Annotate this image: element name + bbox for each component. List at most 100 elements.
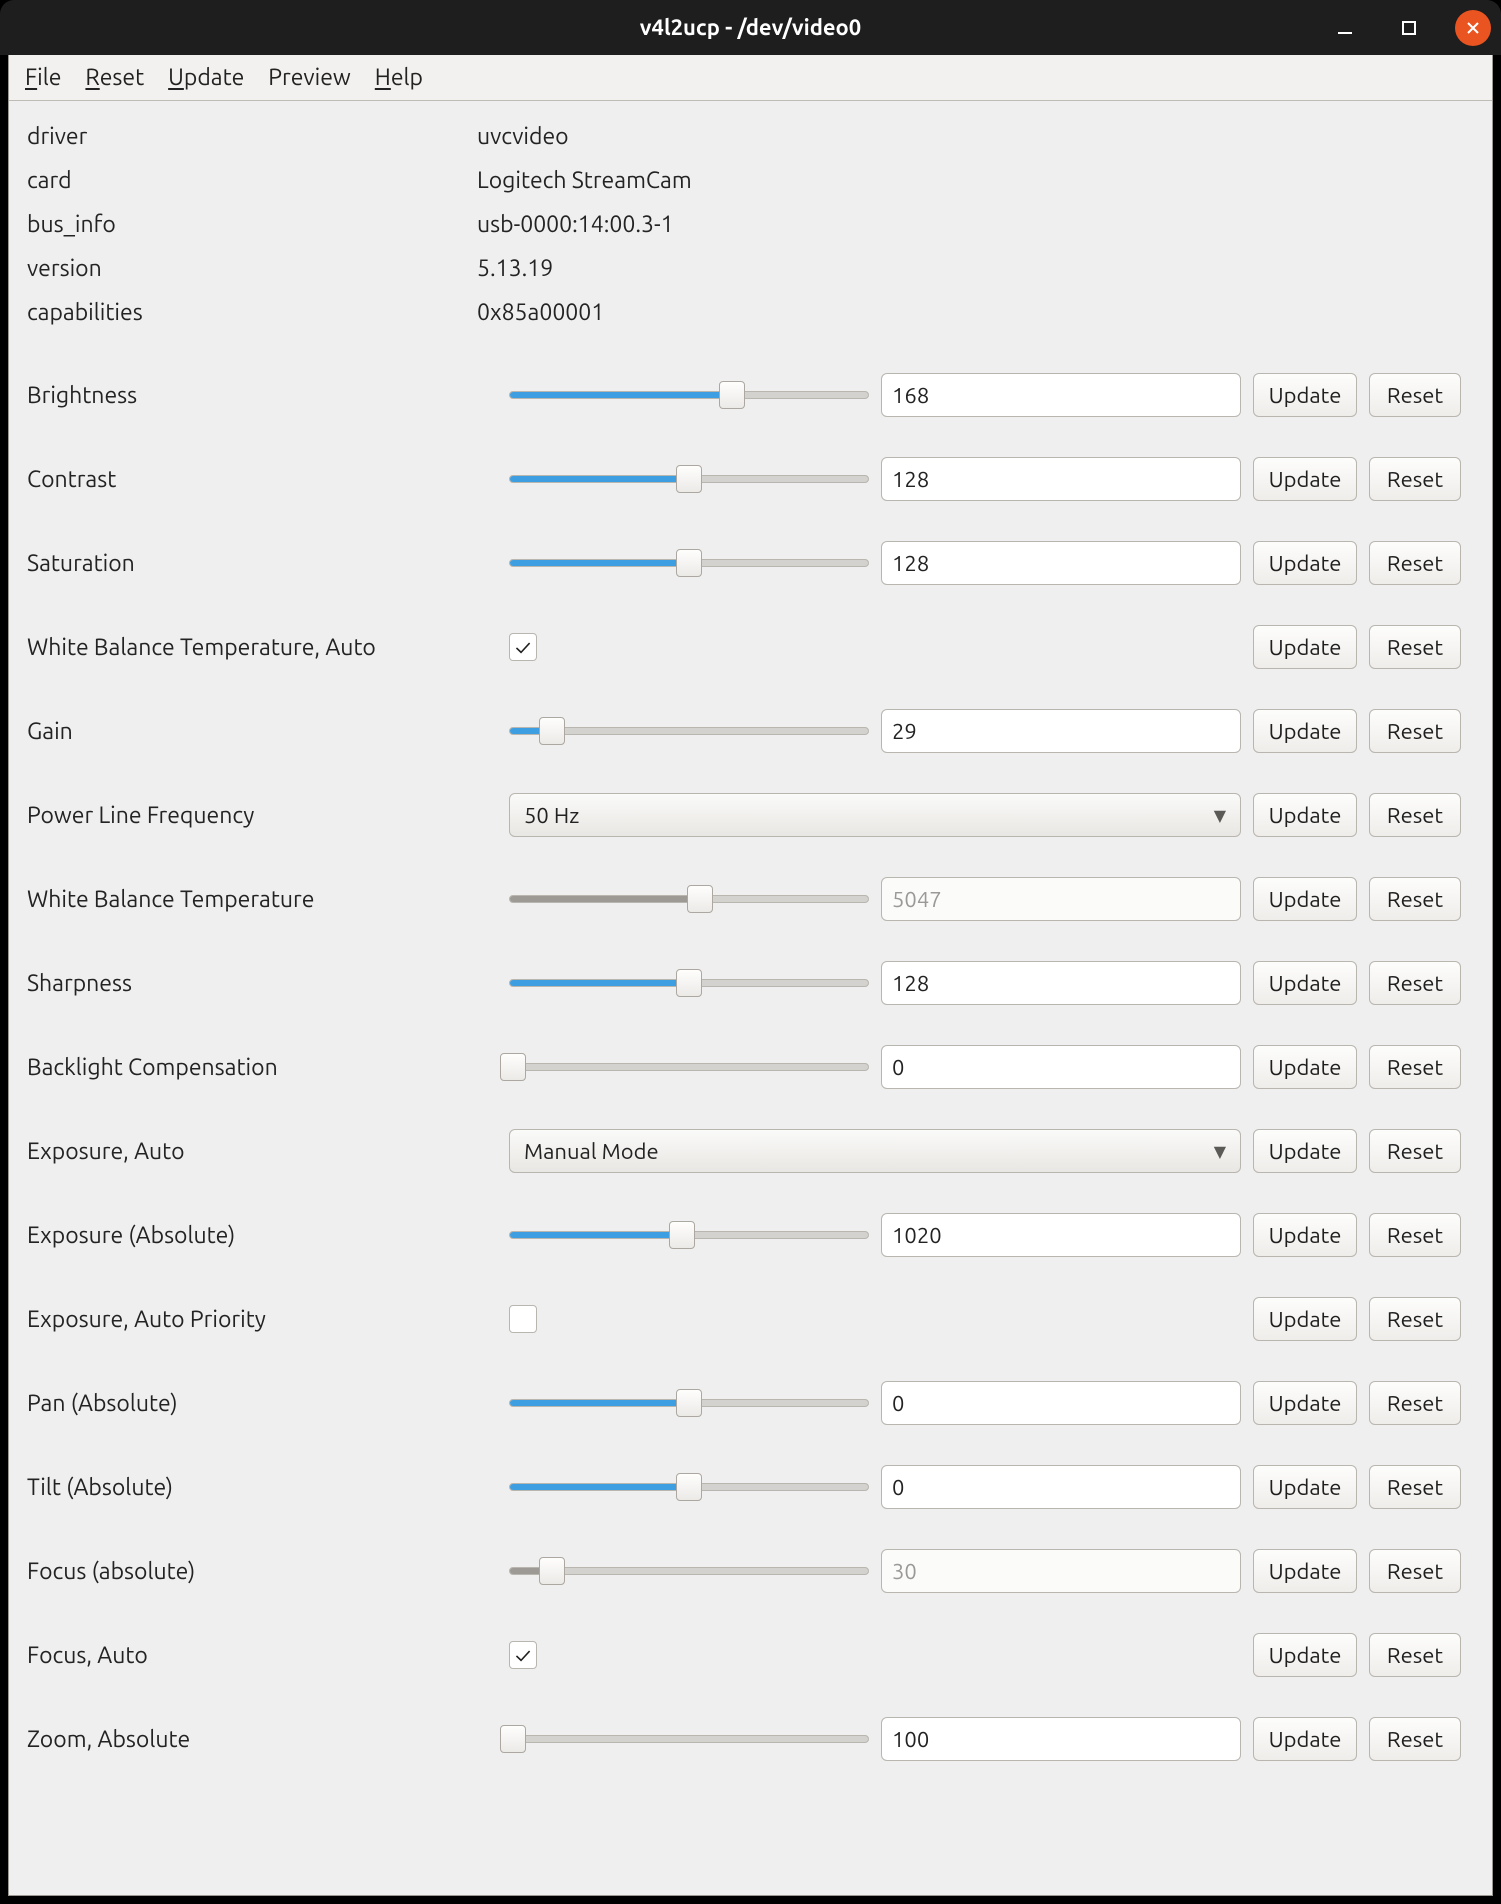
menu-preview[interactable]: Preview	[268, 65, 351, 90]
sharpness-update-button[interactable]: Update	[1253, 961, 1357, 1005]
menu-file[interactable]: File	[25, 65, 61, 90]
tilt-slider[interactable]	[509, 1465, 869, 1509]
sharpness-reset-button[interactable]: Reset	[1369, 961, 1461, 1005]
exposure-abs-input[interactable]: 1020	[881, 1213, 1241, 1257]
tilt-update-button[interactable]: Update	[1253, 1465, 1357, 1509]
device-info: driveruvcvideo cardLogitech StreamCam bu…	[27, 115, 1474, 335]
brightness-input[interactable]: 168	[881, 373, 1241, 417]
maximize-icon	[1399, 18, 1419, 38]
brightness-reset-button[interactable]: Reset	[1369, 373, 1461, 417]
backlight-update-button[interactable]: Update	[1253, 1045, 1357, 1089]
wb-temp-input: 5047	[881, 877, 1241, 921]
focus-abs-update-button[interactable]: Update	[1253, 1549, 1357, 1593]
exposure-auto-select[interactable]: Manual Mode ▼	[509, 1129, 1241, 1173]
tilt-input[interactable]: 0	[881, 1465, 1241, 1509]
focus-auto-checkbox[interactable]: ✓	[509, 1641, 537, 1669]
gain-input[interactable]: 29	[881, 709, 1241, 753]
saturation-update-button[interactable]: Update	[1253, 541, 1357, 585]
info-bus-value: usb-0000:14:00.3-1	[477, 203, 1474, 247]
row-exposure-auto: Exposure, Auto Manual Mode ▼ Update Rese…	[27, 1109, 1474, 1193]
exposure-auto-update-button[interactable]: Update	[1253, 1129, 1357, 1173]
info-card-value: Logitech StreamCam	[477, 159, 1474, 203]
zoom-label: Zoom, Absolute	[27, 1727, 497, 1752]
wb-auto-reset-button[interactable]: Reset	[1369, 625, 1461, 669]
exposure-abs-label: Exposure (Absolute)	[27, 1223, 497, 1248]
power-line-update-button[interactable]: Update	[1253, 793, 1357, 837]
row-contrast: Contrast 128 Update Reset	[27, 437, 1474, 521]
saturation-input[interactable]: 128	[881, 541, 1241, 585]
exposure-abs-slider[interactable]	[509, 1213, 869, 1257]
dropdown-icon: ▼	[1214, 1142, 1226, 1161]
focus-abs-slider	[509, 1549, 869, 1593]
pan-input[interactable]: 0	[881, 1381, 1241, 1425]
minimize-button[interactable]	[1327, 10, 1363, 46]
contrast-input[interactable]: 128	[881, 457, 1241, 501]
menu-file-rest: ile	[37, 65, 61, 90]
saturation-slider[interactable]	[509, 541, 869, 585]
window-title: v4l2ucp - /dev/video0	[0, 15, 1501, 40]
row-exposure-priority: Exposure, Auto Priority Update Reset	[27, 1277, 1474, 1361]
focus-auto-label: Focus, Auto	[27, 1643, 497, 1668]
pan-update-button[interactable]: Update	[1253, 1381, 1357, 1425]
info-bus-label: bus_info	[27, 203, 477, 247]
pan-slider[interactable]	[509, 1381, 869, 1425]
menu-update-rest: pdate	[184, 65, 244, 90]
exposure-abs-reset-button[interactable]: Reset	[1369, 1213, 1461, 1257]
sharpness-label: Sharpness	[27, 971, 497, 996]
wb-auto-checkbox[interactable]: ✓	[509, 633, 537, 661]
focus-abs-reset-button[interactable]: Reset	[1369, 1549, 1461, 1593]
exposure-auto-reset-button[interactable]: Reset	[1369, 1129, 1461, 1173]
menu-help-rest: elp	[391, 65, 423, 90]
sharpness-slider[interactable]	[509, 961, 869, 1005]
gain-label: Gain	[27, 719, 497, 744]
power-line-selected: 50 Hz	[524, 803, 579, 828]
info-capabilities-value: 0x85a00001	[477, 291, 1474, 335]
exposure-priority-reset-button[interactable]: Reset	[1369, 1297, 1461, 1341]
menu-reset-rest: eset	[100, 65, 144, 90]
menu-reset[interactable]: Reset	[85, 65, 144, 90]
tilt-reset-button[interactable]: Reset	[1369, 1465, 1461, 1509]
focus-abs-input: 30	[881, 1549, 1241, 1593]
contrast-update-button[interactable]: Update	[1253, 457, 1357, 501]
row-power-line: Power Line Frequency 50 Hz ▼ Update Rese…	[27, 773, 1474, 857]
backlight-slider[interactable]	[509, 1045, 869, 1089]
pan-label: Pan (Absolute)	[27, 1391, 497, 1416]
power-line-label: Power Line Frequency	[27, 803, 497, 828]
backlight-reset-button[interactable]: Reset	[1369, 1045, 1461, 1089]
close-button[interactable]	[1455, 10, 1491, 46]
wb-temp-reset-button[interactable]: Reset	[1369, 877, 1461, 921]
saturation-reset-button[interactable]: Reset	[1369, 541, 1461, 585]
zoom-reset-button[interactable]: Reset	[1369, 1717, 1461, 1761]
focus-auto-reset-button[interactable]: Reset	[1369, 1633, 1461, 1677]
wb-temp-update-button[interactable]: Update	[1253, 877, 1357, 921]
exposure-auto-label: Exposure, Auto	[27, 1139, 497, 1164]
gain-slider[interactable]	[509, 709, 869, 753]
exposure-priority-checkbox[interactable]	[509, 1305, 537, 1333]
row-wb-auto: White Balance Temperature, Auto ✓ Update…	[27, 605, 1474, 689]
zoom-input[interactable]: 100	[881, 1717, 1241, 1761]
brightness-update-button[interactable]: Update	[1253, 373, 1357, 417]
exposure-priority-update-button[interactable]: Update	[1253, 1297, 1357, 1341]
power-line-select[interactable]: 50 Hz ▼	[509, 793, 1241, 837]
wb-auto-update-button[interactable]: Update	[1253, 625, 1357, 669]
exposure-abs-update-button[interactable]: Update	[1253, 1213, 1357, 1257]
menu-help[interactable]: Help	[375, 65, 423, 90]
pan-reset-button[interactable]: Reset	[1369, 1381, 1461, 1425]
menu-update[interactable]: Update	[168, 65, 244, 90]
close-icon	[1463, 18, 1483, 38]
brightness-slider[interactable]	[509, 373, 869, 417]
gain-reset-button[interactable]: Reset	[1369, 709, 1461, 753]
zoom-update-button[interactable]: Update	[1253, 1717, 1357, 1761]
focus-auto-update-button[interactable]: Update	[1253, 1633, 1357, 1677]
app-window: v4l2ucp - /dev/video0 File Reset Update …	[0, 0, 1501, 1904]
maximize-button[interactable]	[1391, 10, 1427, 46]
power-line-reset-button[interactable]: Reset	[1369, 793, 1461, 837]
zoom-slider[interactable]	[509, 1717, 869, 1761]
brightness-label: Brightness	[27, 383, 497, 408]
titlebar[interactable]: v4l2ucp - /dev/video0	[0, 0, 1501, 55]
contrast-reset-button[interactable]: Reset	[1369, 457, 1461, 501]
sharpness-input[interactable]: 128	[881, 961, 1241, 1005]
backlight-input[interactable]: 0	[881, 1045, 1241, 1089]
contrast-slider[interactable]	[509, 457, 869, 501]
gain-update-button[interactable]: Update	[1253, 709, 1357, 753]
